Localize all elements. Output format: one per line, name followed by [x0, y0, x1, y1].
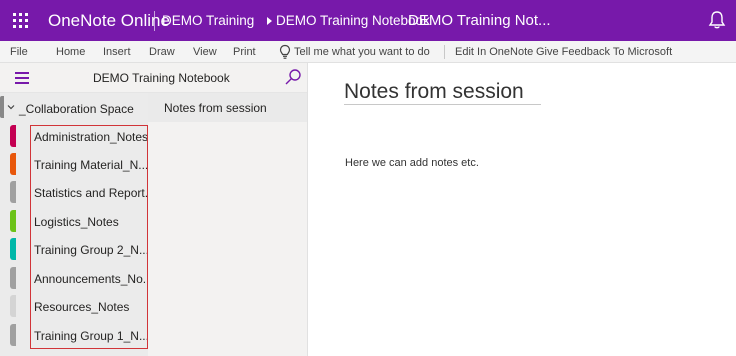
section-color-tab	[10, 210, 16, 232]
chevron-down-icon[interactable]	[7, 103, 15, 111]
section-group-label: _Collaboration Space	[19, 102, 134, 116]
highlight-annotation-box	[30, 125, 148, 349]
page-title[interactable]: Notes from session	[344, 80, 524, 104]
menu-bar: File Home Insert Draw View Print Tell me…	[0, 41, 736, 63]
give-feedback-link[interactable]: Give Feedback To Microsoft	[536, 46, 672, 58]
notebook-title[interactable]: DEMO Training Not...	[408, 12, 551, 29]
menu-view[interactable]: View	[193, 46, 217, 58]
section-color-tab	[10, 238, 16, 260]
section-group-marker	[0, 96, 4, 118]
tell-me-input[interactable]: Tell me what you want to do	[294, 46, 430, 58]
page-body-text[interactable]: Here we can add notes etc.	[345, 157, 479, 169]
page-label: Notes from session	[164, 101, 267, 115]
app-header: OneNote Online DEMO Training DEMO Traini…	[0, 0, 736, 41]
notebook-name[interactable]: DEMO Training Notebook	[93, 71, 230, 85]
menu-draw[interactable]: Draw	[149, 46, 175, 58]
title-underline	[344, 104, 541, 105]
edit-in-onenote-link[interactable]: Edit In OneNote	[455, 46, 533, 58]
section-color-tab	[10, 324, 16, 346]
app-name[interactable]: OneNote Online	[48, 11, 170, 31]
nav-header: DEMO Training Notebook	[0, 63, 307, 93]
breadcrumb-item[interactable]: DEMO Training Notebook	[276, 13, 430, 28]
section-color-tab	[10, 181, 16, 203]
breadcrumb-arrow-icon	[267, 17, 272, 25]
hamburger-menu-icon[interactable]	[15, 72, 29, 84]
header-divider	[154, 11, 155, 31]
section-color-tab	[10, 295, 16, 317]
page-item-notes-from-session[interactable]: Notes from session	[148, 93, 307, 122]
menu-file[interactable]: File	[10, 46, 28, 58]
menu-insert[interactable]: Insert	[103, 46, 131, 58]
breadcrumb-item[interactable]: DEMO Training	[162, 13, 254, 28]
page-list: Notes from session	[148, 93, 307, 356]
menu-divider	[444, 45, 445, 59]
menu-home[interactable]: Home	[56, 46, 85, 58]
lightbulb-icon	[279, 44, 291, 59]
section-group-collaboration-space[interactable]: _Collaboration Space	[0, 93, 148, 123]
menu-print[interactable]: Print	[233, 46, 256, 58]
section-color-tab	[10, 267, 16, 289]
app-launcher-button[interactable]	[0, 0, 41, 41]
section-color-tab	[10, 125, 16, 147]
page-canvas[interactable]: Notes from session Here we can add notes…	[308, 63, 736, 356]
waffle-icon	[13, 13, 28, 28]
bell-icon[interactable]	[708, 10, 726, 30]
section-color-tab	[10, 153, 16, 175]
search-icon[interactable]	[284, 68, 302, 86]
